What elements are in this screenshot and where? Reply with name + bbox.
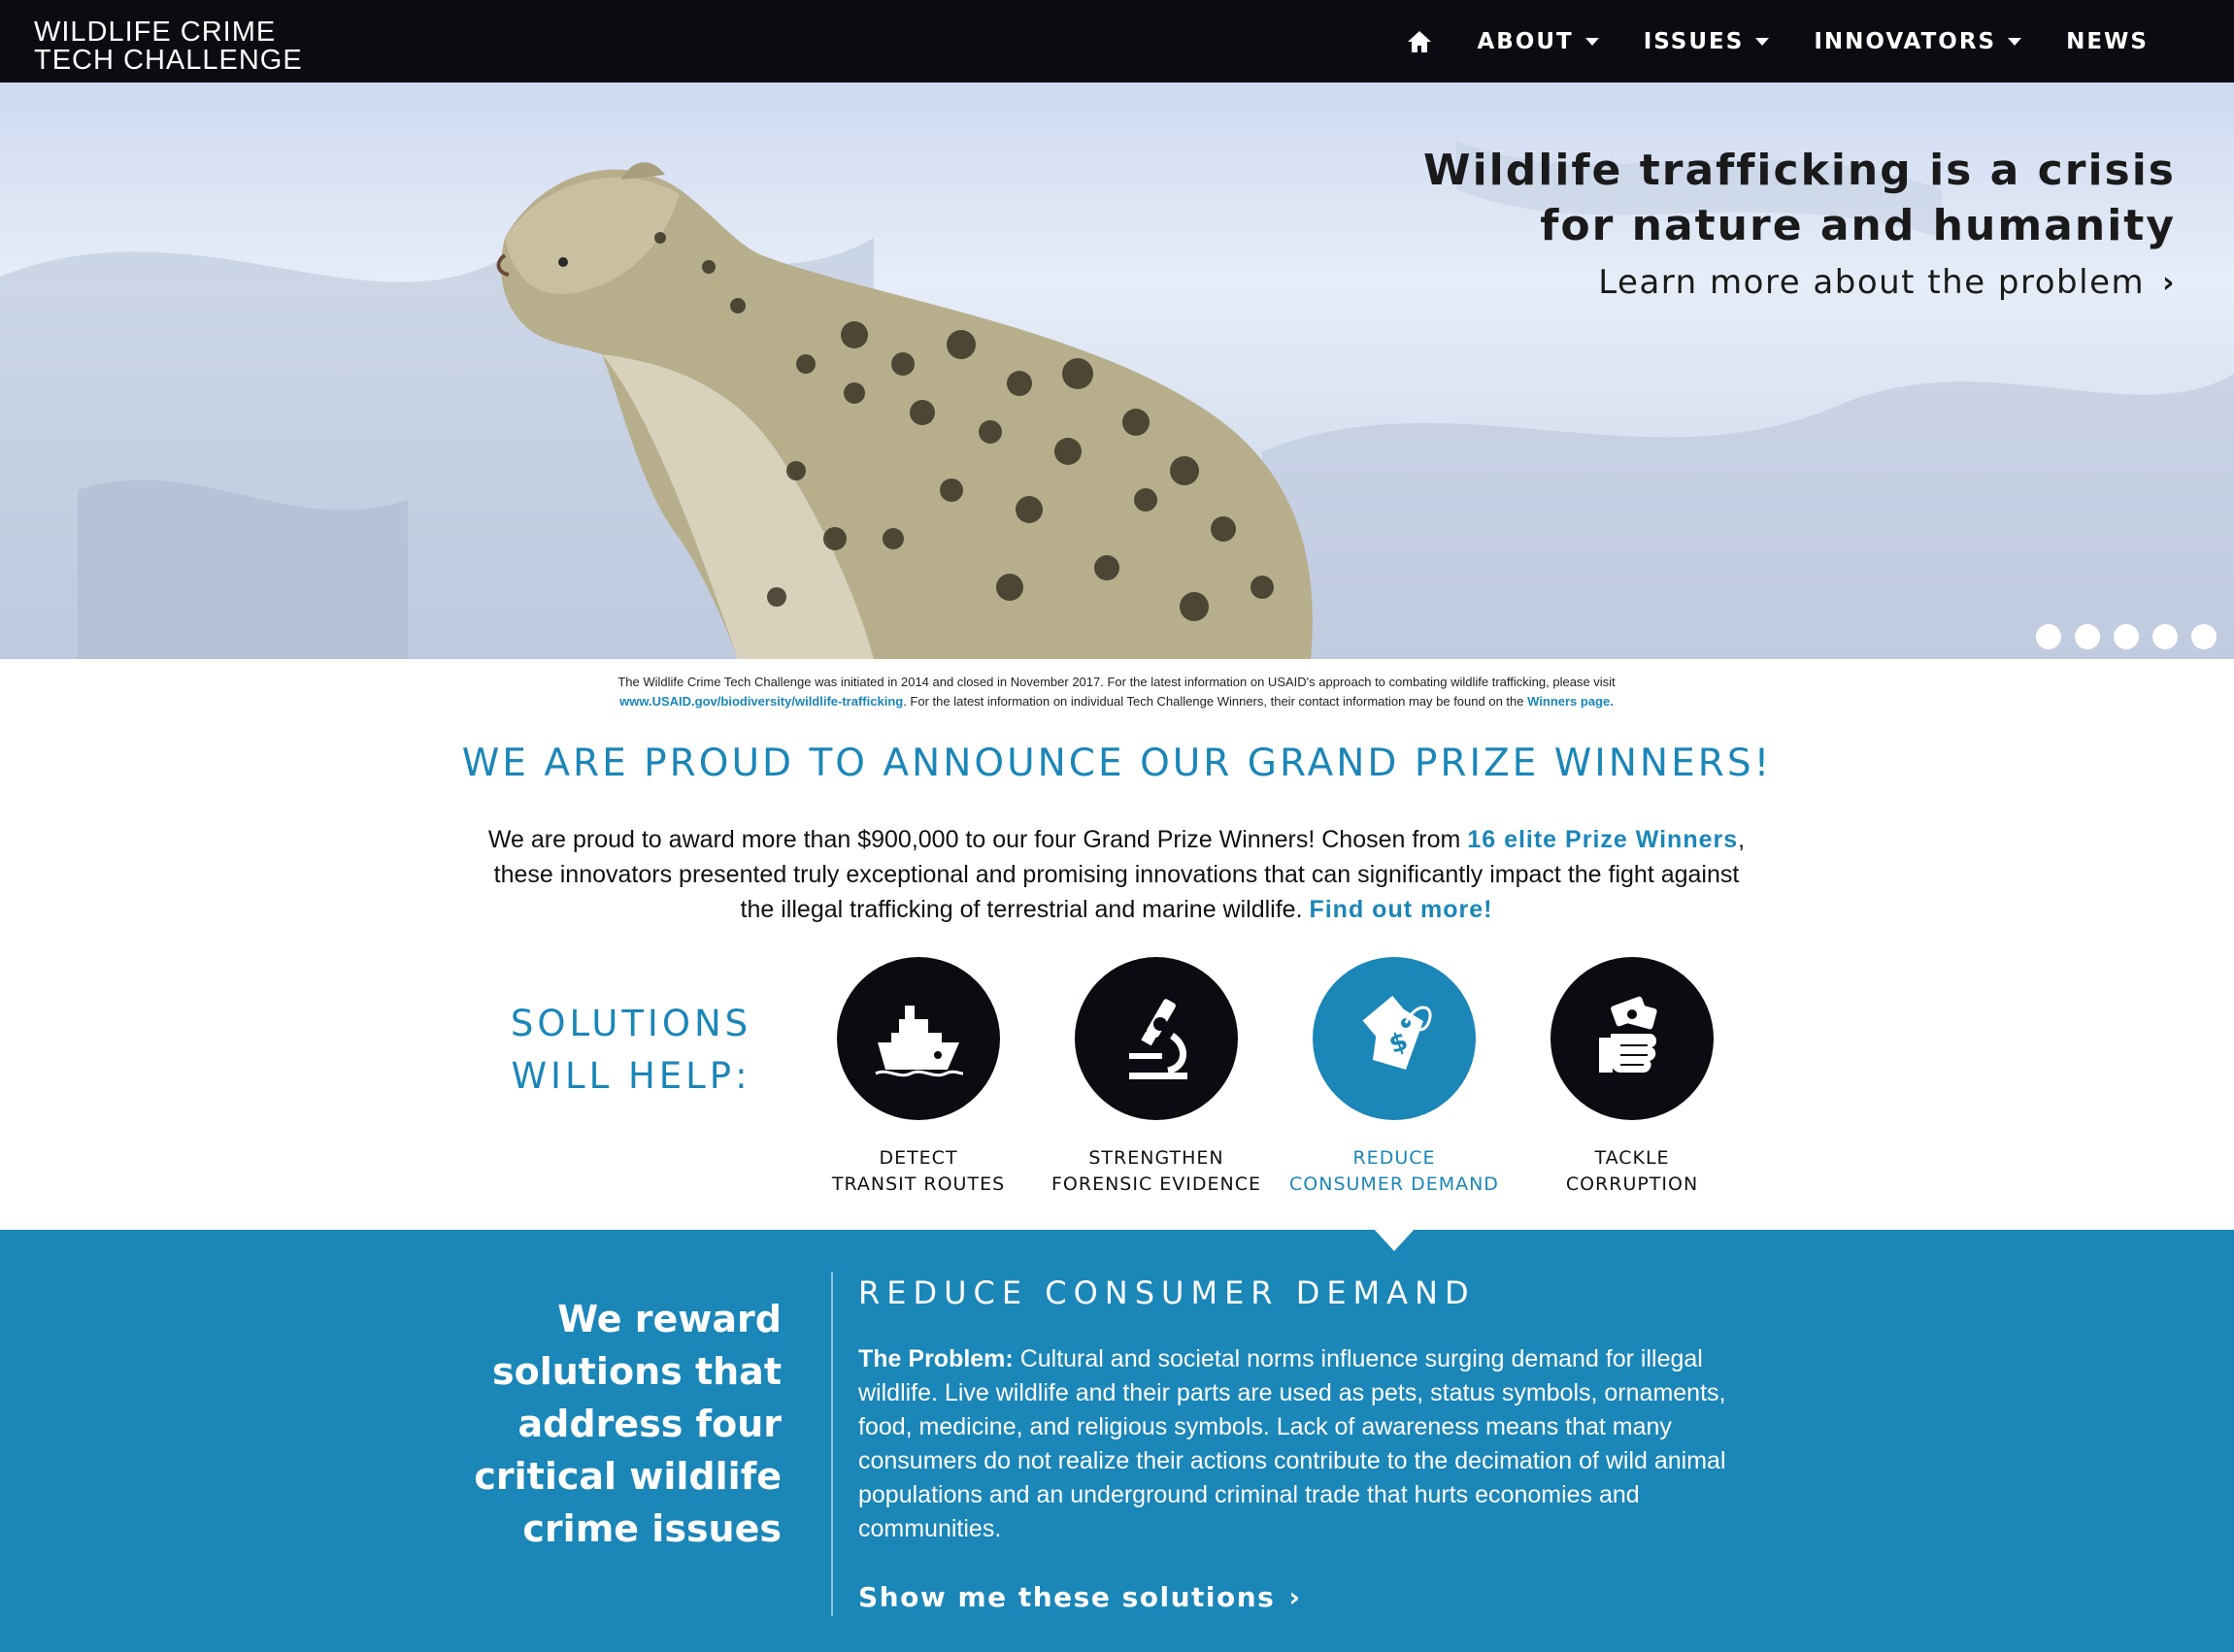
nav-issues[interactable]: ISSUES (1644, 29, 1770, 54)
announcement-intro: We are proud to award more than $900,000… (485, 822, 1748, 927)
solution-circle (1075, 957, 1238, 1120)
carousel-dot-1[interactable] (2036, 624, 2061, 649)
brand-line-2: TECH CHALLENGE (34, 45, 303, 76)
microscope-icon (1129, 999, 1187, 1079)
top-navigation-bar: WILDLIFE CRIME TECH CHALLENGE ABOUT ISSU… (0, 0, 2234, 83)
chevron-right-icon: › (1288, 1581, 1302, 1613)
show-solutions-link[interactable]: Show me these solutions › (858, 1581, 1301, 1613)
announcement-heading: WE ARE PROUD TO ANNOUNCE OUR GRAND PRIZE… (461, 742, 1773, 785)
solution-label-line-2: CORRUPTION (1565, 1173, 1699, 1195)
solution-label-line-1: REDUCE (1352, 1147, 1436, 1169)
solutions-heading-line-1: SOLUTIONS (510, 1003, 752, 1044)
panel-pointer (1373, 1228, 1416, 1251)
solution-detect-transit-routes[interactable]: DETECT TRANSIT ROUTES (802, 957, 1035, 1198)
solution-tackle-corruption[interactable]: TACKLE CORRUPTION (1516, 957, 1749, 1198)
solutions-heading-line-2: WILL HELP: (511, 1055, 751, 1097)
solution-strengthen-forensic-evidence[interactable]: STRENGTHEN FORENSIC EVIDENCE (1040, 957, 1273, 1198)
nav-issues-label: ISSUES (1643, 28, 1745, 54)
price-tag-icon: $ (1362, 995, 1432, 1070)
panel-tagline: We reward solutions that address four cr… (408, 1293, 782, 1555)
chevron-down-icon (1584, 37, 1599, 46)
carousel-dot-3[interactable] (2114, 624, 2139, 649)
learn-more-link[interactable]: Learn more about the problem › (1598, 263, 2176, 302)
carousel-dot-5[interactable] (2191, 624, 2217, 649)
tagline-line-4: critical wildlife (474, 1455, 782, 1498)
intro-text-1: We are proud to award more than $900,000… (487, 826, 1461, 853)
solution-label-line-2: TRANSIT ROUTES (831, 1173, 1006, 1195)
solution-circle: $ (1313, 957, 1476, 1120)
site-logo[interactable]: WILDLIFE CRIME TECH CHALLENGE (34, 18, 303, 75)
notice-text-1: The Wildlife Crime Tech Challenge was in… (617, 675, 1616, 689)
solutions-heading: SOLUTIONS WILL HELP: (456, 998, 806, 1103)
chevron-down-icon (2008, 37, 2022, 46)
home-icon (1408, 30, 1432, 52)
prize-winners-link[interactable]: 16 elite Prize Winners (1467, 826, 1738, 853)
learn-more-label: Learn more about the problem (1598, 263, 2146, 302)
tagline-line-2: solutions that (491, 1350, 782, 1393)
solution-label-line-1: DETECT (879, 1147, 958, 1169)
hero-carousel[interactable]: Wildlife trafficking is a crisis for nat… (0, 83, 2234, 659)
panel-divider (831, 1272, 833, 1616)
brand-line-1: WILDLIFE CRIME (34, 17, 277, 48)
solution-circle (1550, 957, 1714, 1120)
tagline-line-3: address four (517, 1403, 782, 1445)
usaid-link[interactable]: www.USAID.gov/biodiversity/wildlife-traf… (619, 694, 903, 709)
nav-news[interactable]: NEWS (2066, 29, 2149, 54)
solution-label-line-2: FORENSIC EVIDENCE (1051, 1173, 1261, 1195)
nav-innovators-label: INNOVATORS (1814, 28, 1997, 54)
solution-label: STRENGTHEN FORENSIC EVIDENCE (1040, 1145, 1273, 1198)
problem-label: The Problem: (858, 1345, 1014, 1372)
nav-home[interactable] (1407, 30, 1432, 53)
issue-body: The Problem: Cultural and societal norms… (858, 1342, 1771, 1546)
carousel-indicators (2022, 624, 2217, 649)
carousel-dot-4[interactable] (2152, 624, 2178, 649)
hero-caption: Wildlife trafficking is a crisis for nat… (1423, 143, 2176, 302)
hero-headline-line-1: Wildlife trafficking is a crisis (1423, 146, 2176, 195)
problem-text: Cultural and societal norms influence su… (858, 1345, 1726, 1542)
solution-reduce-consumer-demand[interactable]: $ REDUCE CONSUMER DEMAND (1278, 957, 1511, 1198)
nav-innovators[interactable]: INNOVATORS (1814, 28, 2022, 54)
nav-about-label: ABOUT (1477, 28, 1574, 54)
tagline-line-1: We reward (557, 1298, 782, 1340)
solution-circle (837, 957, 1000, 1120)
closure-notice: The Wildlife Crime Tech Challenge was in… (388, 673, 1845, 711)
solution-label: DETECT TRANSIT ROUTES (802, 1145, 1035, 1198)
solution-label: REDUCE CONSUMER DEMAND (1278, 1145, 1511, 1198)
issue-heading: REDUCE CONSUMER DEMAND (858, 1274, 1476, 1311)
chevron-down-icon (1755, 37, 1770, 46)
tagline-line-5: crime issues (522, 1507, 782, 1550)
winners-page-link[interactable]: Winners page. (1527, 694, 1614, 709)
notice-text-2: . For the latest information on individu… (903, 694, 1524, 709)
carousel-dot-2[interactable] (2075, 624, 2100, 649)
main-menu: ABOUT ISSUES INNOVATORS NEWS (1362, 0, 2149, 83)
chevron-right-icon: › (2162, 265, 2176, 300)
find-out-more-link[interactable]: Find out more! (1309, 896, 1492, 923)
hero-headline-line-2: for nature and humanity (1540, 201, 2176, 250)
money-hand-icon (1599, 996, 1657, 1073)
nav-news-label: NEWS (2066, 28, 2149, 54)
solution-label-line-1: STRENGTHEN (1088, 1147, 1224, 1169)
solution-label-line-1: TACKLE (1594, 1147, 1670, 1169)
show-solutions-label: Show me these solutions (858, 1581, 1276, 1613)
ship-icon (875, 1006, 964, 1077)
nav-about[interactable]: ABOUT (1477, 28, 1599, 54)
issue-description: REDUCE CONSUMER DEMAND The Problem: Cult… (858, 1274, 1771, 1613)
solution-label-line-2: CONSUMER DEMAND (1289, 1173, 1499, 1195)
solution-label: TACKLE CORRUPTION (1516, 1145, 1749, 1198)
